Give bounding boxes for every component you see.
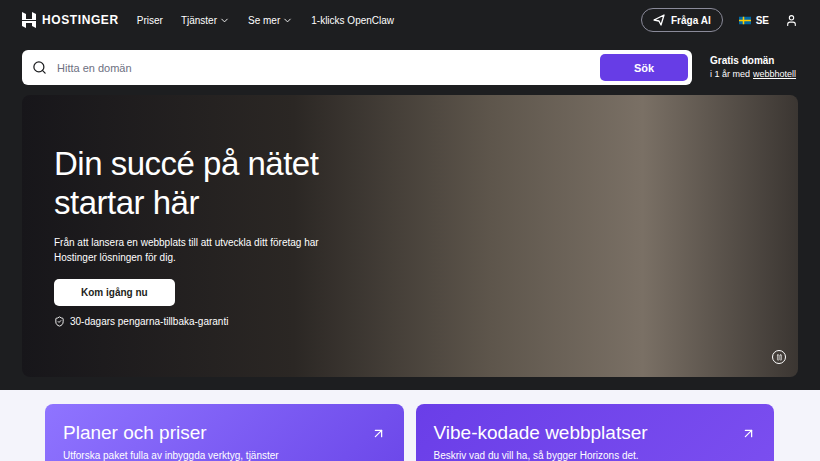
feature-card[interactable]: Planer och priser Utforska paket fulla av…: [45, 404, 404, 461]
card-text: Utforska paket fulla av inbyggda verktyg…: [63, 450, 386, 461]
pause-button[interactable]: [772, 350, 786, 364]
hero-title: Din succé på nätet startar här: [54, 145, 364, 223]
card-title: Planer och priser: [63, 422, 207, 444]
chevron-down-icon: [219, 15, 230, 26]
swedish-flag-icon: [739, 16, 751, 25]
user-icon[interactable]: [785, 14, 798, 27]
header: HOSTINGER Priser Tjänster Se mer 1-klicks Op…: [22, 0, 798, 40]
feature-card[interactable]: Vibe-kodade webbplatser Beskriv vad du vi…: [416, 404, 775, 461]
top-section: HOSTINGER Priser Tjänster Se mer 1-klicks Op…: [0, 0, 820, 390]
language-selector[interactable]: SE: [739, 15, 769, 26]
hero-text: Från att lansera en webbplats till att u…: [54, 236, 334, 265]
hero: Din succé på nätet startar här Från att l…: [22, 95, 798, 377]
nav-item[interactable]: Priser: [137, 15, 163, 26]
domain-search: Sök: [22, 50, 692, 85]
promo-title: Gratis domän: [710, 54, 798, 68]
start-button[interactable]: Kom igång nu: [54, 279, 175, 306]
cards: Planer och priser Utforska paket fulla av…: [0, 390, 820, 461]
ai-icon: [653, 14, 665, 26]
pause-icon: [776, 354, 783, 361]
search-input[interactable]: [55, 61, 592, 75]
arrow-icon: [371, 426, 386, 441]
card-text: Beskriv vad du vill ha, så bygger Horizo…: [434, 450, 757, 461]
card-title: Vibe-kodade webbplatser: [434, 422, 648, 444]
promo-link[interactable]: webbhotell: [753, 69, 796, 79]
arrow-icon: [741, 426, 756, 441]
search-icon: [32, 60, 47, 75]
ask-ai-button[interactable]: Fråga AI: [641, 8, 723, 32]
nav-item[interactable]: 1-klicks OpenClaw: [311, 15, 394, 26]
nav-item[interactable]: Tjänster: [181, 15, 230, 26]
hostinger-logo-icon: [22, 12, 36, 28]
promo: Gratis domäni 1 år medwebbhotell: [710, 54, 798, 81]
shield-icon: [54, 316, 65, 327]
search-button[interactable]: Sök: [600, 54, 688, 81]
logo[interactable]: HOSTINGER: [22, 12, 119, 28]
nav: Priser Tjänster Se mer 1-klicks OpenClaw: [137, 15, 394, 26]
nav-item[interactable]: Se mer: [248, 15, 293, 26]
guarantee: 30-dagars pengarna-tillbaka-garanti: [54, 316, 766, 327]
chevron-down-icon: [282, 15, 293, 26]
